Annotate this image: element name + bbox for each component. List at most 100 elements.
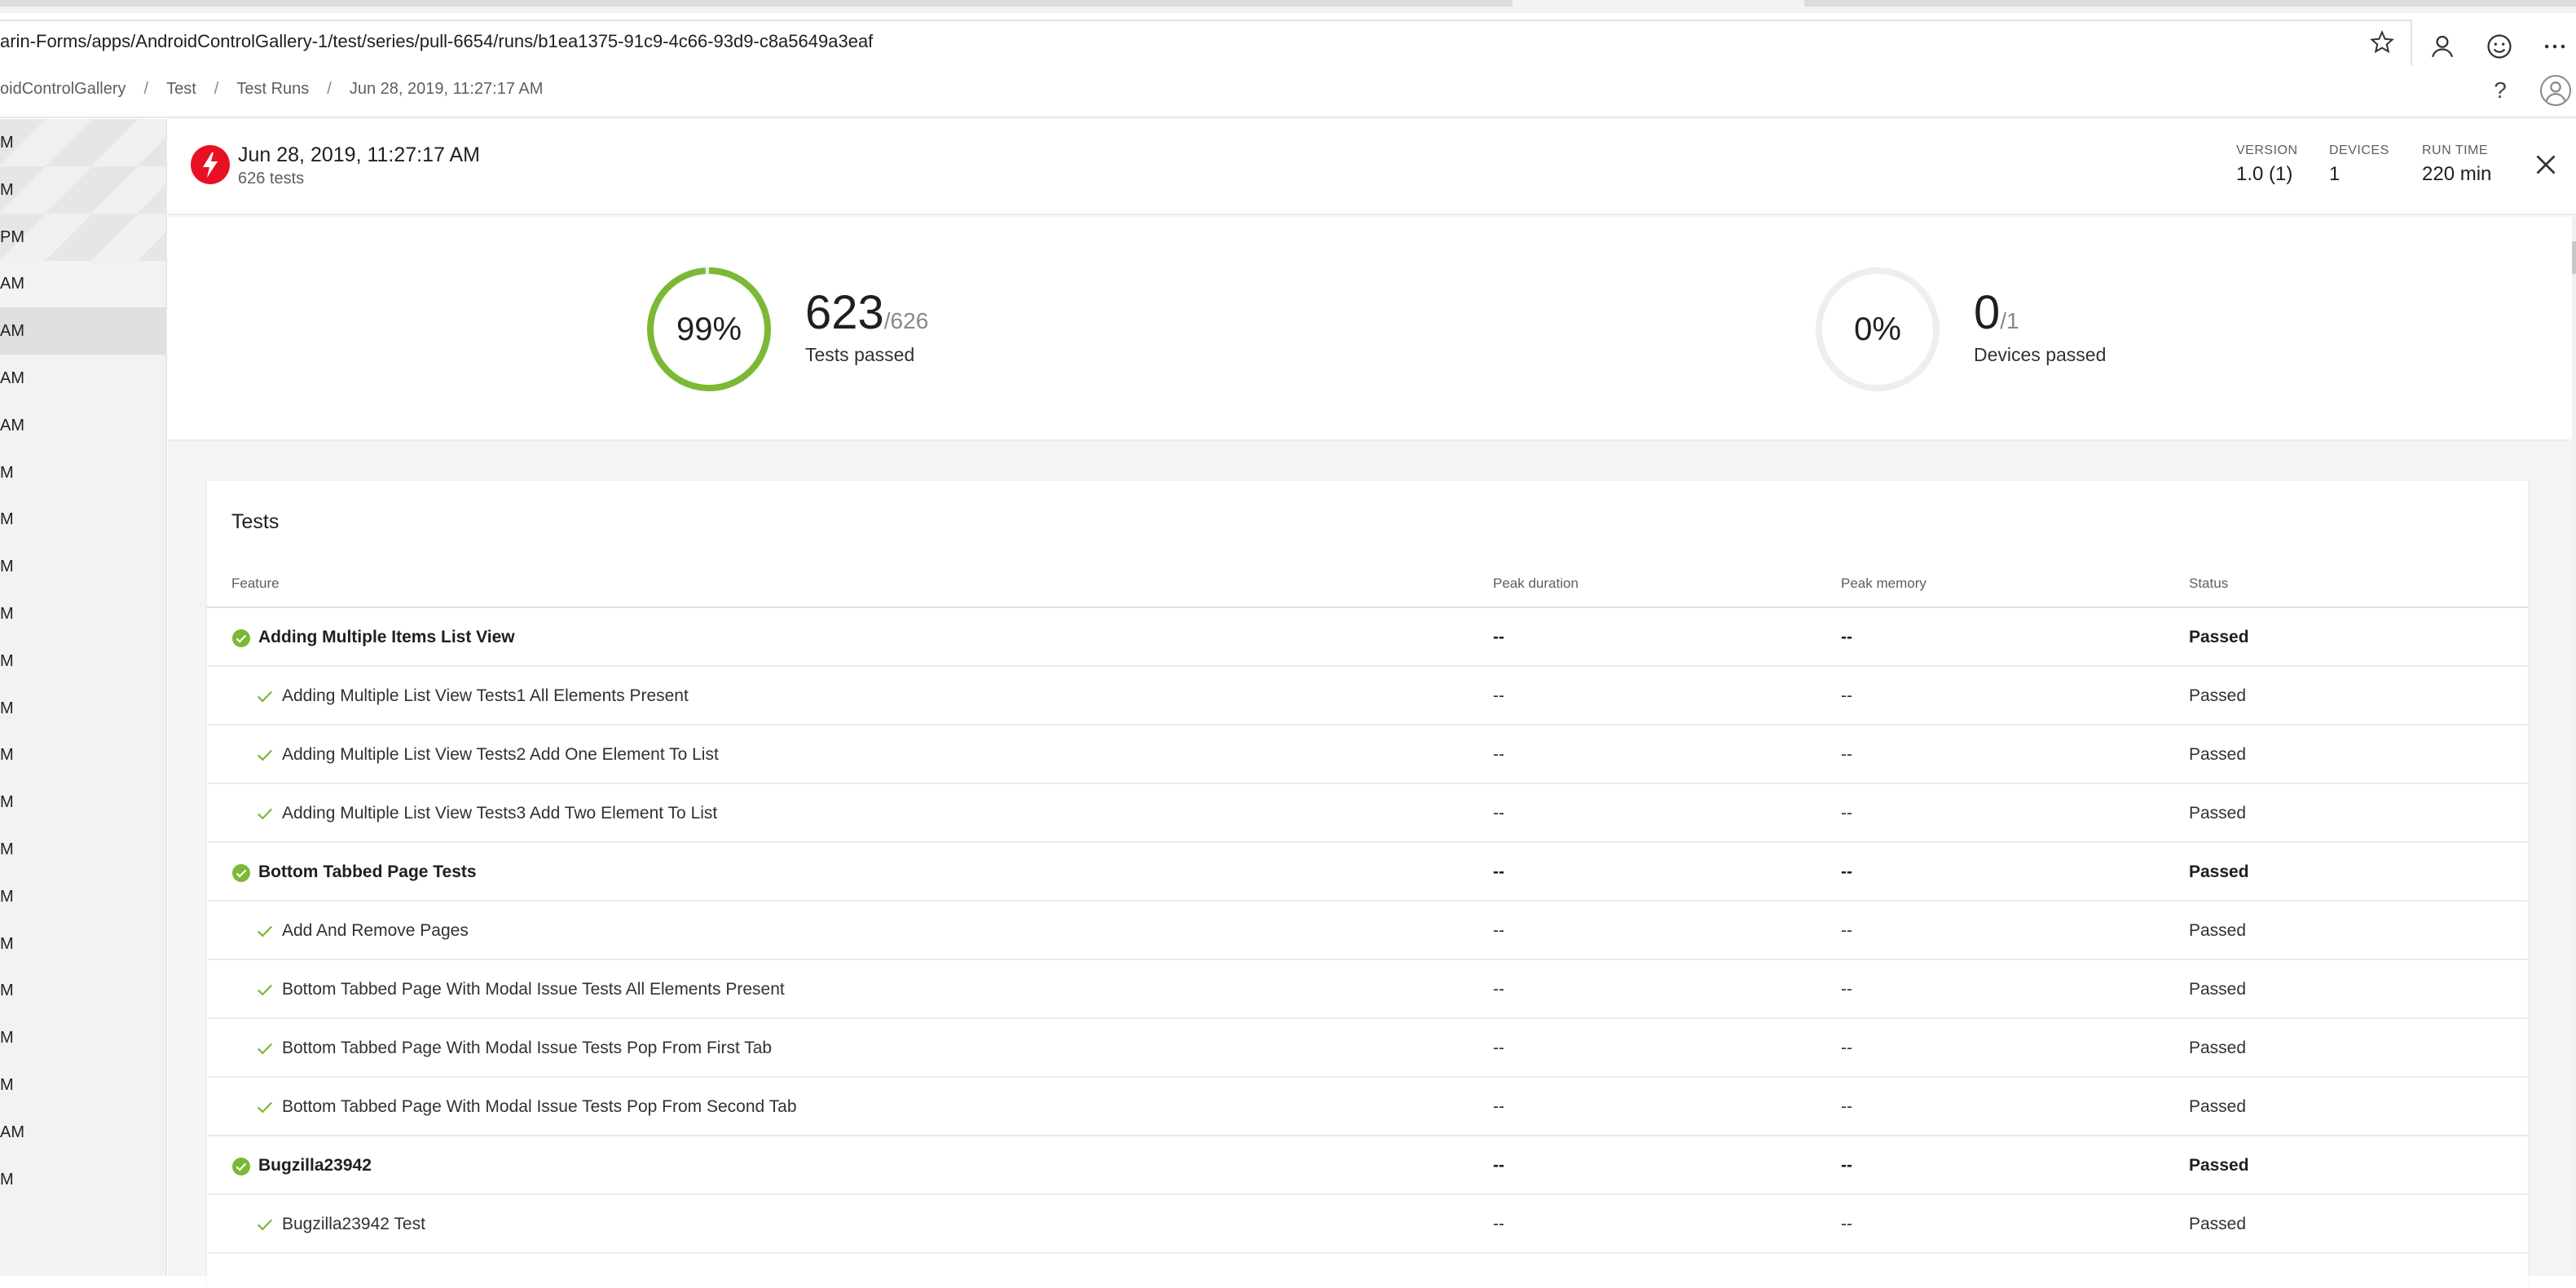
peak-duration-cell: -- xyxy=(1493,1097,1504,1116)
run-list-item[interactable]: AM xyxy=(0,402,165,449)
test-row[interactable]: Bottom Tabbed Page With Modal Issue Test… xyxy=(207,960,2528,1019)
breadcrumb-test-runs[interactable]: Test Runs xyxy=(236,80,309,98)
status-cell: Passed xyxy=(2189,980,2247,999)
peak-duration-cell: -- xyxy=(1493,1039,1504,1057)
run-list-item[interactable]: M xyxy=(0,543,165,590)
test-row[interactable]: Bugzilla23942 Test -- -- Passed xyxy=(207,1195,2528,1254)
feature-group-row[interactable]: Bugzilla23942 -- -- Passed xyxy=(207,1136,2528,1195)
peak-duration-cell: -- xyxy=(1493,804,1504,823)
breadcrumb-run: Jun 28, 2019, 11:27:17 AM xyxy=(349,80,544,98)
test-row[interactable]: Bottom Tabbed Page With Modal Issue Test… xyxy=(207,1078,2528,1136)
checkmark-icon xyxy=(257,1101,273,1114)
run-list-item[interactable]: M xyxy=(0,920,165,968)
status-cell: Passed xyxy=(2189,745,2247,764)
tests-passed-count: 623/626 xyxy=(805,285,928,340)
run-list-item[interactable]: M xyxy=(0,449,165,496)
run-list-item[interactable]: AM xyxy=(0,260,165,307)
devices-total: /1 xyxy=(2000,308,2019,333)
runs-list: M M PM AM AM AM AM M M M M M M M M M M M M M M AM M xyxy=(0,119,167,1276)
status-cell: Passed xyxy=(2189,1156,2249,1175)
peak-duration-cell: -- xyxy=(1493,1156,1504,1175)
feature-cell: Bottom Tabbed Page With Modal Issue Test… xyxy=(282,1097,797,1116)
run-list-item[interactable]: M xyxy=(0,637,165,685)
status-cell: Passed xyxy=(2189,862,2249,881)
help-icon[interactable]: ? xyxy=(2487,77,2513,104)
run-list-item[interactable]: M xyxy=(0,590,165,637)
column-header-peak-memory[interactable]: Peak memory xyxy=(1841,576,1926,592)
run-list-item[interactable]: M xyxy=(0,967,165,1014)
status-cell: Passed xyxy=(2189,804,2247,823)
peak-memory-cell: -- xyxy=(1841,980,1852,999)
tests-total: /626 xyxy=(883,308,929,333)
peak-duration-cell: -- xyxy=(1493,862,1504,881)
status-cell: Passed xyxy=(2189,686,2247,705)
run-list-item[interactable]: PM xyxy=(0,213,165,261)
run-list-item[interactable]: M xyxy=(0,779,165,826)
feature-group-row[interactable]: Bottom Tabbed Page Tests -- -- Passed xyxy=(207,843,2528,902)
peak-memory-cell: -- xyxy=(1841,1215,1852,1233)
checkmark-icon xyxy=(257,808,273,820)
run-list-item[interactable]: AM xyxy=(0,307,165,355)
tests-passed-label: Tests passed xyxy=(805,344,915,365)
feature-cell: Bottom Tabbed Page With Modal Issue Test… xyxy=(282,980,785,999)
devices-label: DEVICES xyxy=(2329,143,2389,157)
peak-duration-cell: -- xyxy=(1493,980,1504,999)
column-header-feature[interactable]: Feature xyxy=(231,576,280,592)
peak-memory-cell: -- xyxy=(1841,804,1852,823)
avatar-icon[interactable] xyxy=(2540,75,2571,106)
status-cell: Passed xyxy=(2189,1215,2247,1233)
test-row[interactable]: Adding Multiple List View Tests3 Add Two… xyxy=(207,784,2528,843)
star-icon[interactable] xyxy=(2370,30,2394,55)
run-summary: 99% 623/626 Tests passed 0% 0/1 Devices … xyxy=(168,217,2572,441)
status-cell: Passed xyxy=(2189,1039,2247,1057)
test-row[interactable]: Bottom Tabbed Page With Modal Issue Test… xyxy=(207,1019,2528,1078)
run-list-item[interactable]: M xyxy=(0,685,165,732)
column-header-peak-duration[interactable]: Peak duration xyxy=(1493,576,1579,592)
passed-circle-icon xyxy=(232,864,250,882)
run-list-item[interactable]: M xyxy=(0,496,165,543)
feature-cell: Adding Multiple List View Tests1 All Ele… xyxy=(282,686,689,705)
peak-memory-cell: -- xyxy=(1841,921,1852,940)
checkmark-icon xyxy=(257,690,273,703)
panel-scrollbar[interactable] xyxy=(2572,217,2576,1276)
checkmark-icon xyxy=(257,925,273,937)
peak-duration-cell: -- xyxy=(1493,1215,1504,1233)
test-row[interactable]: Add And Remove Pages -- -- Passed xyxy=(207,902,2528,960)
url-text[interactable]: arin-Forms/apps/AndroidControlGallery-1/… xyxy=(0,31,873,52)
breadcrumb-app[interactable]: oidControlGallery xyxy=(0,80,126,98)
run-list-item[interactable]: AM xyxy=(0,355,165,402)
run-test-count: 626 tests xyxy=(238,170,305,187)
peak-memory-cell: -- xyxy=(1841,1097,1852,1116)
run-list-item[interactable]: M xyxy=(0,165,165,214)
browser-tab[interactable] xyxy=(0,0,1513,7)
close-icon[interactable] xyxy=(2531,150,2561,179)
devices-pass-percent: 0% xyxy=(1854,311,1901,347)
url-field[interactable]: arin-Forms/apps/AndroidControlGallery-1/… xyxy=(0,20,2412,70)
run-list-item[interactable]: AM xyxy=(0,1109,165,1156)
test-row[interactable]: Adding Multiple List View Tests2 Add One… xyxy=(207,726,2528,784)
feedback-icon[interactable] xyxy=(2486,33,2513,60)
run-list-item[interactable]: M xyxy=(0,731,165,779)
peak-memory-cell: -- xyxy=(1841,745,1852,764)
browser-tab[interactable] xyxy=(1804,0,2576,7)
feature-cell: Bugzilla23942 Test xyxy=(282,1215,425,1233)
run-list-item[interactable]: M xyxy=(0,1014,165,1061)
run-list-item[interactable]: M xyxy=(0,1061,165,1109)
run-list-item[interactable]: M xyxy=(0,873,165,920)
run-list-item[interactable]: M xyxy=(0,119,165,166)
runtime-label: RUN TIME xyxy=(2422,143,2489,157)
feature-cell: Adding Multiple Items List View xyxy=(258,628,515,646)
run-list-item[interactable]: M xyxy=(0,1156,165,1203)
panel-scrollbar-thumb[interactable] xyxy=(2572,241,2576,274)
test-row[interactable]: Adding Multiple List View Tests1 All Ele… xyxy=(207,667,2528,726)
more-icon[interactable] xyxy=(2541,33,2569,60)
version-meta: VERSION 1.0 (1) xyxy=(2236,143,2298,186)
profile-icon[interactable] xyxy=(2428,33,2456,60)
checkmark-icon xyxy=(257,1043,273,1055)
column-header-status[interactable]: Status xyxy=(2189,576,2228,592)
checkmark-icon xyxy=(257,749,273,761)
feature-cell: Adding Multiple List View Tests3 Add Two… xyxy=(282,804,718,823)
feature-group-row[interactable]: Adding Multiple Items List View -- -- Passe… xyxy=(207,608,2528,667)
breadcrumb-test[interactable]: Test xyxy=(166,80,196,98)
run-list-item[interactable]: M xyxy=(0,826,165,873)
